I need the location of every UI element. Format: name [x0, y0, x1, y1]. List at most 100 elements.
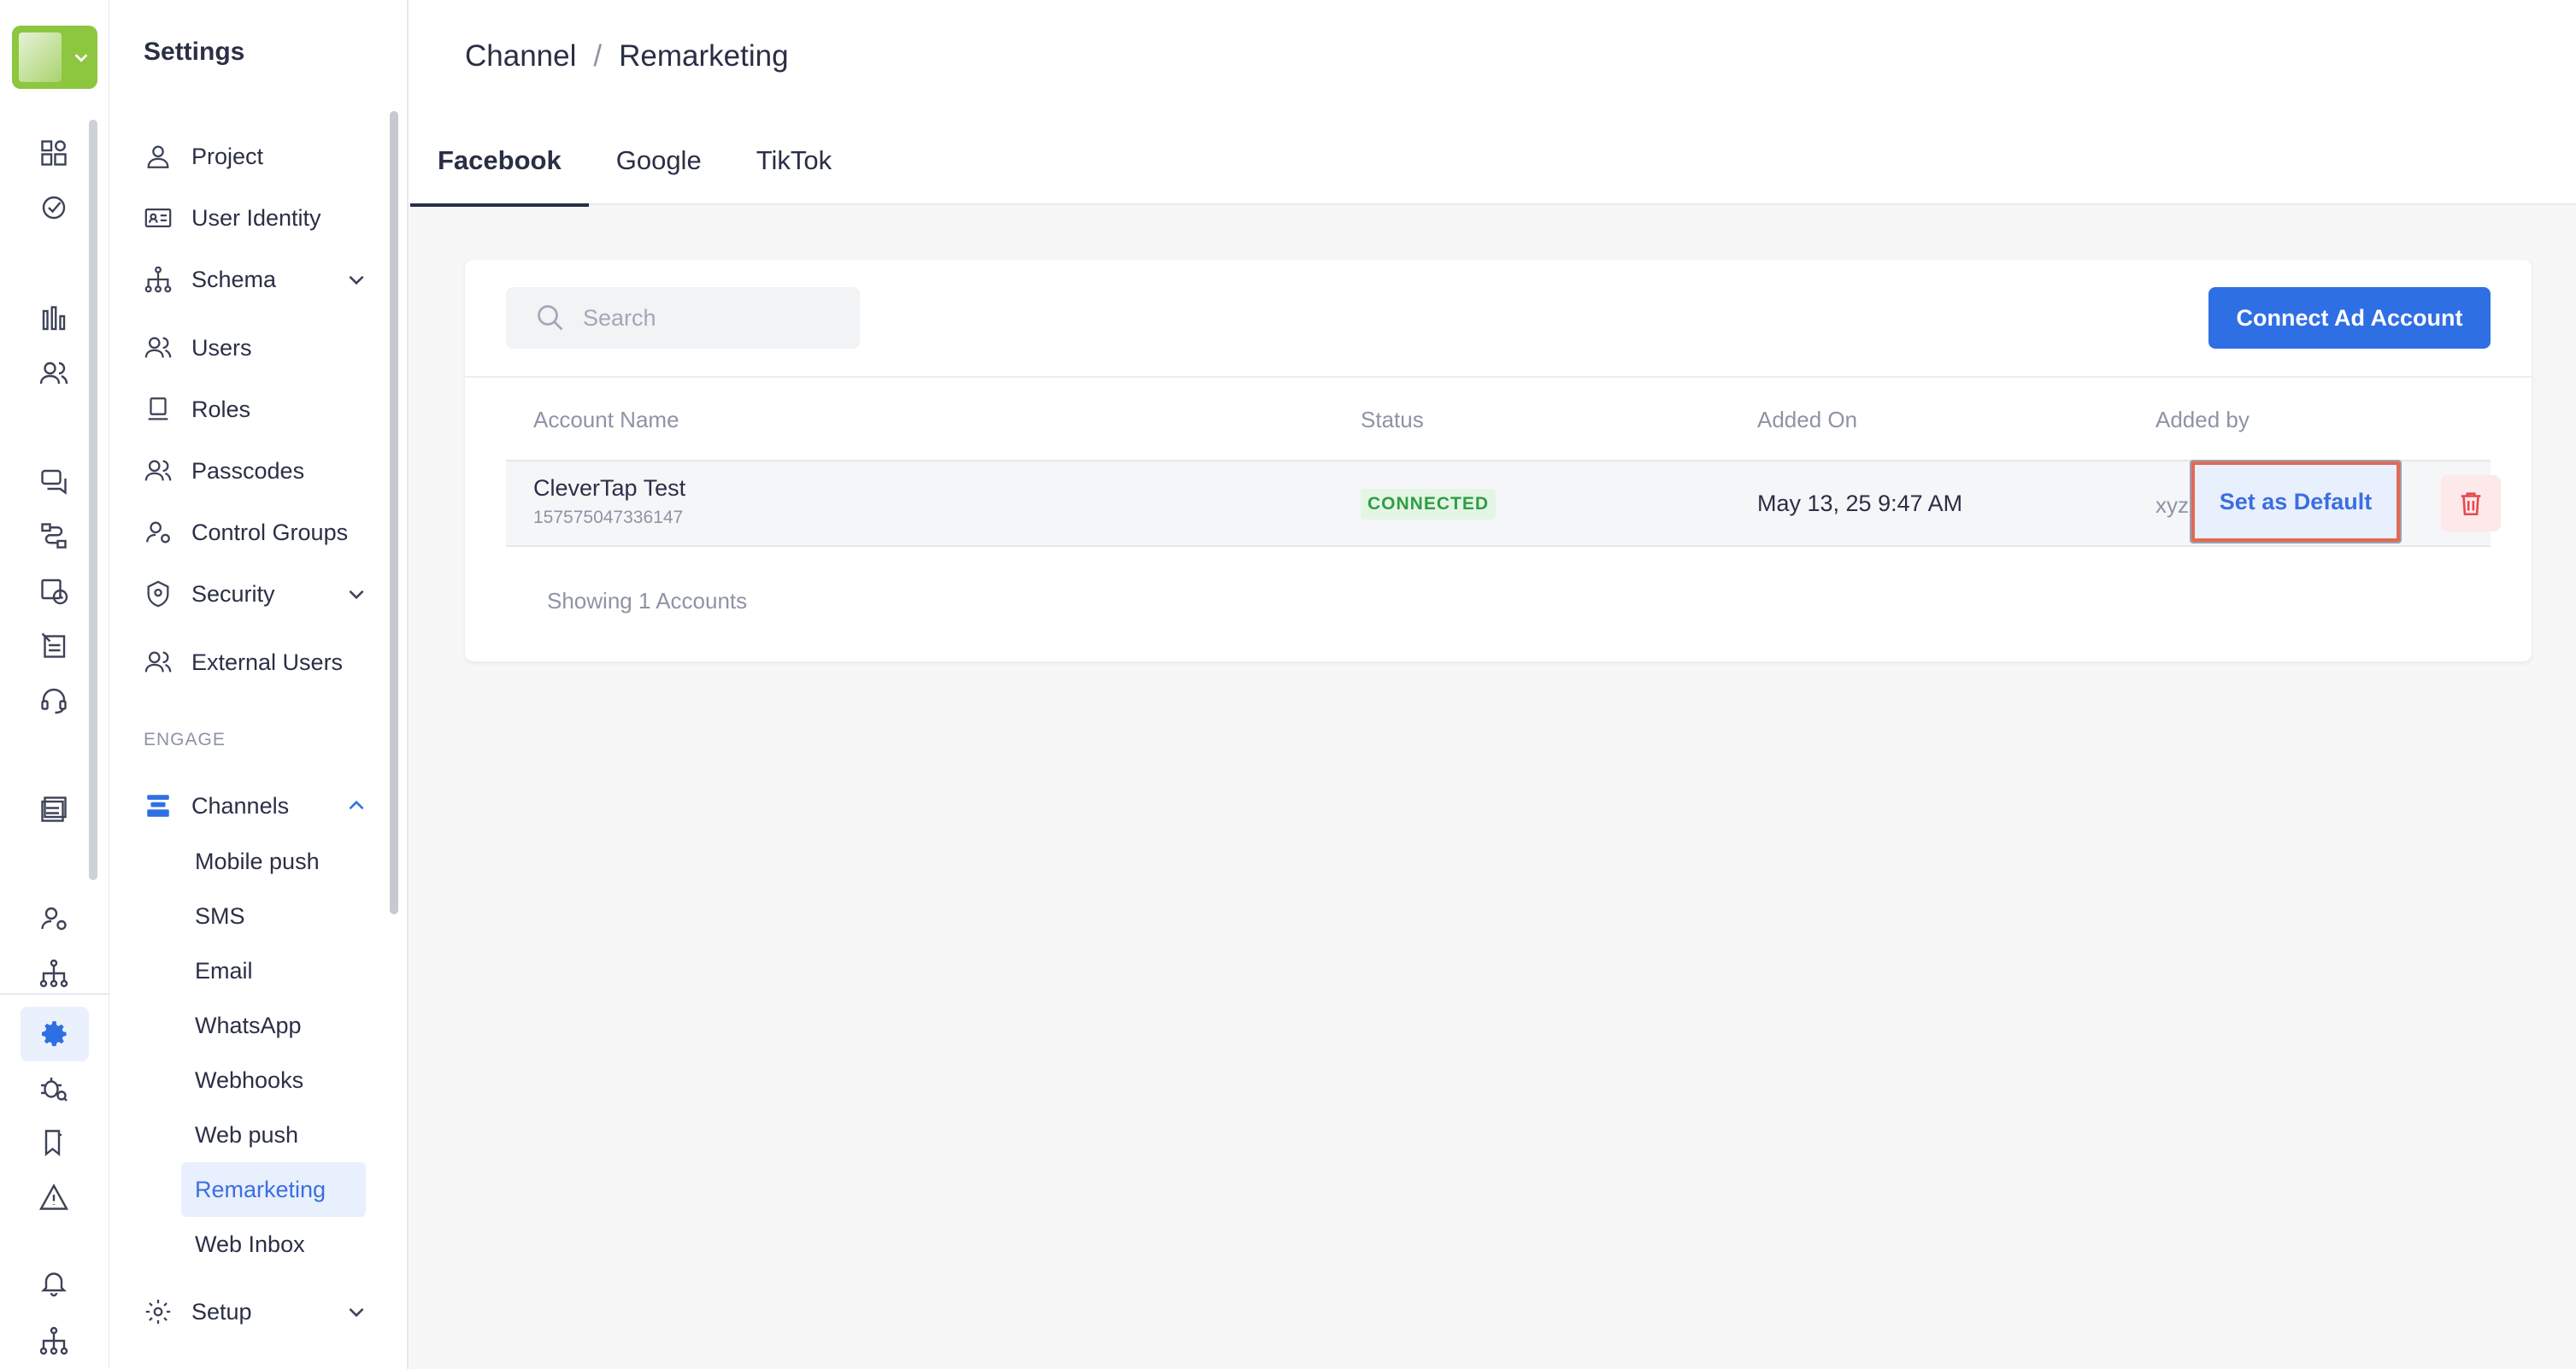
debug-icon[interactable]	[34, 1068, 74, 1108]
channel-item-mobile-push[interactable]: Mobile push	[181, 834, 366, 889]
rail-scrollbar[interactable]	[89, 120, 97, 880]
users-icon	[144, 651, 172, 673]
user-gear-icon	[146, 521, 170, 543]
column-header-added-by: Added by	[2155, 407, 2250, 432]
breadcrumb-parent[interactable]: Channel	[465, 39, 576, 73]
sidebar-item-label: Passcodes	[191, 457, 305, 484]
user-icon	[147, 145, 169, 168]
users-icon	[144, 337, 172, 358]
column-header-account-name: Account Name	[533, 407, 679, 432]
analytics-icon[interactable]	[34, 299, 74, 338]
set-as-default-button[interactable]: Set as Default	[2190, 460, 2402, 543]
column-header-status: Status	[1361, 407, 1424, 432]
schedule-icon[interactable]	[34, 571, 74, 610]
chevron-up-icon	[349, 800, 364, 810]
sidebar-item-label: Users	[191, 334, 252, 361]
sidebar-title: Settings	[144, 38, 245, 66]
channel-item-email[interactable]: Email	[181, 943, 366, 998]
icon-rail	[0, 0, 109, 1369]
app-switcher[interactable]	[12, 26, 97, 89]
channels-icon	[147, 795, 169, 817]
reports-icon[interactable]	[34, 626, 74, 665]
channel-item-webhooks[interactable]: Webhooks	[181, 1053, 366, 1108]
breadcrumb: Channel / Remarketing	[465, 39, 789, 73]
catalog-icon[interactable]	[34, 790, 74, 829]
main-content: Channel / Remarketing Facebook Google Ti…	[409, 0, 2576, 1369]
sidebar-item-label: Security	[191, 580, 275, 607]
table-header: Account Name Status Added On Added by	[506, 378, 2491, 461]
column-header-added-on: Added On	[1757, 407, 1858, 432]
sidebar-item-label: Channels	[191, 792, 290, 819]
breadcrumb-current: Remarketing	[619, 39, 789, 73]
sidebar-item-control-groups[interactable]: Control Groups	[144, 513, 368, 552]
trash-icon	[2461, 492, 2481, 516]
search-icon	[538, 305, 563, 331]
sidebar-item-schema[interactable]: Schema	[144, 260, 368, 299]
tab-tiktok[interactable]: TikTok	[729, 128, 859, 205]
messages-icon[interactable]	[34, 461, 74, 501]
sidebar-item-label: Project	[191, 143, 264, 169]
added-by-value: xyz	[2155, 492, 2189, 518]
dashboard-icon[interactable]	[34, 133, 74, 173]
connect-ad-account-button[interactable]: Connect Ad Account	[2208, 287, 2491, 349]
channel-item-web-push[interactable]: Web push	[181, 1108, 366, 1162]
status-badge: CONNECTED	[1361, 489, 1497, 520]
sidebar-item-users[interactable]: Users	[144, 328, 368, 367]
sidebar-item-security[interactable]: Security	[144, 574, 368, 614]
channel-item-whatsapp[interactable]: WhatsApp	[181, 998, 366, 1053]
sidebar-item-label: Control Groups	[191, 519, 349, 545]
sidebar-item-label: Roles	[191, 396, 251, 422]
page-header: Channel / Remarketing Facebook Google Ti…	[409, 0, 2576, 207]
channel-item-remarketing[interactable]: Remarketing	[181, 1162, 366, 1217]
hierarchy-icon	[144, 266, 172, 293]
search-box[interactable]	[506, 287, 860, 349]
shield-icon	[147, 580, 169, 608]
sidebar-item-passcodes[interactable]: Passcodes	[144, 451, 368, 491]
sidebar-scrollbar[interactable]	[390, 111, 398, 914]
bookmark-icon[interactable]	[34, 1123, 74, 1162]
table-row[interactable]: CleverTap Test 157575047336147 CONNECTED…	[506, 460, 2501, 547]
tab-google[interactable]: Google	[589, 128, 729, 205]
sidebar-item-label: User Identity	[191, 204, 321, 231]
chevron-down-icon	[349, 590, 364, 600]
results-count: Showing 1 Accounts	[547, 588, 748, 614]
gear-icon	[145, 1299, 171, 1325]
channel-item-web-inbox[interactable]: Web Inbox	[181, 1217, 366, 1272]
journeys-icon[interactable]	[34, 188, 74, 227]
sidebar-item-label: Setup	[191, 1298, 252, 1325]
sidebar-item-label: Schema	[191, 266, 277, 292]
rail-divider	[0, 993, 109, 995]
search-input[interactable]	[583, 304, 839, 332]
chevron-down-icon	[74, 54, 88, 62]
segments-icon[interactable]	[34, 354, 74, 393]
sidebar-item-external-users[interactable]: External Users	[144, 643, 368, 682]
id-card-icon	[144, 208, 172, 228]
sidebar-item-label: External Users	[191, 649, 344, 675]
account-name: CleverTap Test	[533, 475, 686, 501]
accounts-card: Connect Ad Account Account Name Status A…	[465, 260, 2532, 661]
sidebar-item-project[interactable]: Project	[144, 137, 368, 176]
tab-bar: Facebook Google TikTok	[410, 128, 859, 207]
org-tree-icon[interactable]	[34, 1321, 74, 1360]
user-settings-icon[interactable]	[34, 899, 74, 938]
support-icon[interactable]	[34, 680, 74, 720]
settings-gear-icon[interactable]	[21, 1007, 89, 1061]
delete-button[interactable]	[2441, 475, 2501, 532]
sidebar-item-channels[interactable]: Channels	[144, 786, 368, 826]
breadcrumb-separator: /	[593, 39, 603, 73]
hierarchy-icon[interactable]	[34, 954, 74, 993]
notifications-bell-icon[interactable]	[34, 1263, 74, 1302]
chevron-down-icon	[349, 1307, 364, 1318]
account-id: 157575047336147	[533, 508, 684, 527]
tab-facebook[interactable]: Facebook	[410, 128, 589, 207]
sidebar-item-roles[interactable]: Roles	[144, 390, 368, 429]
sidebar-item-setup[interactable]: Setup	[144, 1292, 368, 1331]
warning-icon[interactable]	[34, 1178, 74, 1217]
logo-icon	[19, 32, 62, 82]
channel-item-sms[interactable]: SMS	[181, 889, 366, 943]
users-key-icon	[144, 460, 172, 481]
section-label-engage: ENGAGE	[144, 730, 226, 749]
flows-icon[interactable]	[34, 516, 74, 555]
added-on-value: May 13, 25 9:47 AM	[1757, 491, 1963, 516]
sidebar-item-user-identity[interactable]: User Identity	[144, 198, 368, 238]
